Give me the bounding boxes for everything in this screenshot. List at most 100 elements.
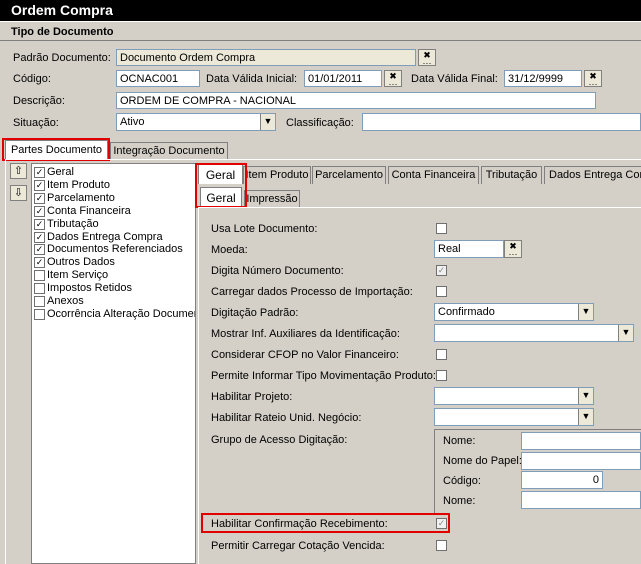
tree-item-label: Impostos Retidos — [47, 282, 132, 295]
moeda-lookup-icon[interactable]: ✖ ··· — [504, 240, 522, 259]
habilitar-projeto-label: Habilitar Projeto: — [211, 391, 293, 403]
codigo-field[interactable]: OCNAC001 — [116, 70, 200, 87]
grupo-nome-field[interactable] — [521, 432, 641, 450]
tree-item-checkbox[interactable]: ✓ — [34, 257, 45, 269]
tree-item[interactable]: Ocorrência Alteração Documento — [33, 308, 195, 321]
considerar-cfop-label: Considerar CFOP no Valor Financeiro: — [211, 349, 399, 361]
tree-item-label: Conta Financeira — [47, 204, 131, 217]
padrao-documento-lookup-icon[interactable]: ✖ ··· — [418, 49, 436, 68]
permite-informar-tipo-label: Permite Informar Tipo Movimentação Produ… — [211, 370, 436, 382]
tree-item-checkbox[interactable]: ✓ — [34, 192, 45, 204]
digitacao-padrao-label: Digitação Padrão: — [211, 307, 299, 319]
carregar-dados-importacao-label: Carregar dados Processo de Importação: — [211, 286, 413, 298]
padrao-documento-label: Padrão Documento: — [13, 52, 111, 64]
padrao-documento-field[interactable]: Documento Ordem Compra — [116, 49, 416, 66]
mostrar-inf-auxiliares-label: Mostrar Inf. Auxiliares da Identificação… — [211, 328, 400, 340]
tree-item-label: Parcelamento — [47, 191, 115, 204]
codigo-label: Código: — [13, 73, 51, 85]
tab-tributacao[interactable]: Tributação — [481, 166, 542, 184]
tree-item[interactable]: ✓ Item Produto — [33, 179, 195, 192]
tab-item-produto[interactable]: Item Produto — [243, 166, 311, 184]
permitir-carregar-cotacao-label: Permitir Carregar Cotação Vencida: — [211, 540, 385, 552]
digita-numero-documento-label: Digita Número Documento: — [211, 265, 344, 277]
tab-dados-entrega-compra[interactable]: Dados Entrega Compra — [544, 166, 641, 184]
subtab-impressao[interactable]: Impressão — [244, 190, 300, 207]
tree-item-label: Anexos — [47, 295, 84, 307]
habilitar-projeto-select[interactable]: ▼ — [434, 387, 594, 405]
tree-item-checkbox[interactable]: ✓ — [34, 231, 45, 243]
tree-item-checkbox[interactable] — [34, 283, 45, 295]
digita-numero-documento-checkbox[interactable]: ✓ — [436, 265, 447, 276]
digitacao-padrao-value: Confirmado — [438, 306, 495, 318]
tree-item-label: Ocorrência Alteração Documento — [47, 307, 195, 320]
tab-conta-financeira[interactable]: Conta Financeira — [388, 166, 479, 184]
moeda-field[interactable]: Real — [434, 240, 504, 258]
grupo-nome2-label: Nome: — [443, 495, 476, 507]
grupo-nome-label: Nome: — [443, 435, 476, 447]
chevron-down-icon[interactable]: ▼ — [618, 325, 633, 341]
grupo-acesso-label: Grupo de Acesso Digitação: — [211, 434, 348, 446]
classificacao-label: Classificação: — [286, 117, 354, 129]
tree-item-checkbox[interactable]: ✓ — [34, 205, 45, 217]
tree-item-label: Tributação — [47, 217, 99, 230]
tree-item[interactable]: ✓ Documentos Referenciados — [33, 243, 195, 256]
chevron-down-icon[interactable]: ▼ — [578, 304, 593, 320]
data-valida-final-field[interactable]: 31/12/9999 — [504, 70, 582, 87]
grupo-nome-papel-label: Nome do Papel: — [443, 455, 522, 467]
arrow-down-icon[interactable]: ⇩ — [10, 185, 27, 201]
tree-item[interactable]: Anexos — [33, 295, 195, 308]
descricao-field[interactable]: ORDEM DE COMPRA - NACIONAL — [116, 92, 596, 109]
permite-informar-tipo-checkbox[interactable] — [436, 370, 447, 381]
descricao-label: Descrição: — [13, 95, 65, 107]
grupo-nome2-field[interactable] — [521, 491, 641, 509]
permitir-carregar-cotacao-checkbox[interactable] — [436, 540, 447, 551]
tree-item[interactable]: ✓ Tributação — [33, 218, 195, 231]
mostrar-inf-auxiliares-select[interactable]: ▼ — [434, 324, 634, 342]
usa-lote-documento-checkbox[interactable] — [436, 223, 447, 234]
tree-item[interactable]: Item Serviço — [33, 269, 195, 282]
tree-item-label: Item Produto — [47, 178, 110, 191]
arrow-up-icon[interactable]: ⇧ — [10, 163, 27, 179]
tree-item-checkbox[interactable]: ✓ — [34, 179, 45, 191]
grupo-nome-papel-field[interactable] — [521, 452, 641, 470]
data-valida-inicial-clear-icon[interactable]: ✖ ··· — [384, 70, 402, 89]
tree-item-label: Geral — [47, 166, 74, 178]
tree-item-checkbox[interactable]: ✓ — [34, 167, 45, 178]
tree-item[interactable]: ✓ Conta Financeira — [33, 205, 195, 218]
highlight-habilitar-confirmacao — [201, 513, 450, 533]
tree-item-checkbox[interactable]: ✓ — [34, 218, 45, 230]
habilitar-rateio-select[interactable]: ▼ — [434, 408, 594, 426]
moeda-label: Moeda: — [211, 244, 248, 256]
carregar-dados-importacao-checkbox[interactable] — [436, 286, 447, 297]
tree-item[interactable]: ✓ Outros Dados — [33, 256, 195, 269]
digitacao-padrao-select[interactable]: Confirmado ▼ — [434, 303, 594, 321]
tab-parcelamento[interactable]: Parcelamento — [312, 166, 386, 184]
tree-item-checkbox[interactable]: ✓ — [34, 244, 45, 256]
situacao-value: Ativo — [120, 116, 145, 128]
window-title: Ordem Compra — [0, 0, 641, 21]
tree-item[interactable]: ✓ Parcelamento — [33, 192, 195, 205]
data-valida-final-clear-icon[interactable]: ✖ ··· — [584, 70, 602, 89]
chevron-down-icon[interactable]: ▼ — [260, 114, 275, 130]
tree-item[interactable]: Impostos Retidos — [33, 282, 195, 295]
tree-item[interactable]: ✓ Geral — [33, 166, 195, 179]
tree-item[interactable]: ✓ Dados Entrega Compra — [33, 231, 195, 244]
considerar-cfop-checkbox[interactable] — [436, 349, 447, 360]
chevron-down-icon[interactable]: ▼ — [578, 409, 593, 425]
classificacao-field[interactable] — [362, 113, 641, 131]
data-valida-inicial-field[interactable]: 01/01/2011 — [304, 70, 382, 87]
data-valida-inicial-label: Data Válida Inicial: — [206, 73, 298, 85]
tree-item-label: Item Serviço — [47, 269, 109, 282]
tab-integracao-documento[interactable]: Integração Documento — [110, 142, 228, 159]
tree-item-checkbox[interactable] — [34, 296, 45, 307]
data-valida-final-label: Data Válida Final: — [411, 73, 498, 85]
tree-item-label: Outros Dados — [47, 256, 115, 269]
tree-item-checkbox[interactable] — [34, 270, 45, 282]
tree-item-checkbox[interactable] — [34, 308, 45, 320]
situacao-label: Situação: — [13, 117, 59, 129]
grupo-codigo-field[interactable]: 0 — [521, 471, 603, 489]
highlight-geral-tabs — [195, 163, 247, 208]
situacao-select[interactable]: Ativo ▼ — [116, 113, 276, 131]
tree-item-label: Dados Entrega Compra — [47, 230, 163, 243]
chevron-down-icon[interactable]: ▼ — [578, 388, 593, 404]
